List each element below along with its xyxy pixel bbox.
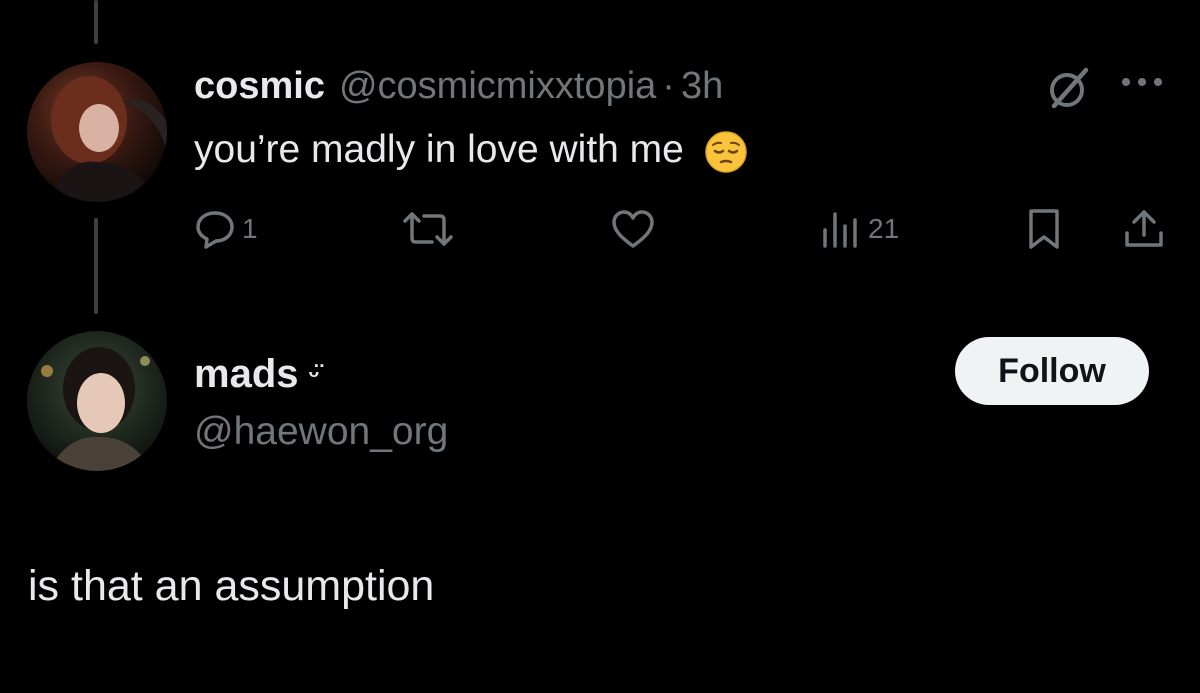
bookmark-action[interactable]: [1026, 203, 1062, 255]
heart-icon: [612, 210, 654, 248]
retweet-action[interactable]: [402, 203, 454, 255]
tweet-text: you’re madly in love with me: [194, 124, 750, 176]
more-options-icon[interactable]: [1118, 74, 1166, 95]
profile-name-suffix: ᵕ̈: [308, 358, 320, 389]
tweet-header: cosmic @cosmicmixxtopia · 3h: [194, 62, 723, 110]
pensive-face-emoji-icon: [702, 126, 750, 174]
like-action[interactable]: [610, 203, 656, 255]
profile-name-text: mads: [194, 351, 299, 396]
share-action[interactable]: [1122, 203, 1166, 255]
reply-count: 1: [242, 213, 258, 244]
avatar-cosmic[interactable]: [27, 62, 167, 202]
bookmark-icon: [1029, 209, 1059, 249]
views-count: 21: [868, 213, 900, 244]
reply-action[interactable]: 1: [194, 203, 258, 255]
thread-line-top: [94, 0, 98, 44]
separator-dot: ·: [662, 64, 675, 107]
retweet-icon: [403, 212, 453, 246]
avatar-mads[interactable]: [27, 331, 167, 471]
tweet-author-handle[interactable]: @cosmicmixxtopia: [339, 65, 656, 108]
follow-button[interactable]: Follow: [955, 337, 1149, 405]
profile-display-name[interactable]: mads ᵕ̈: [194, 350, 319, 398]
share-icon: [1125, 210, 1163, 247]
profile-handle[interactable]: @haewon_org: [194, 408, 448, 456]
tweet-body: you’re madly in love with me: [194, 128, 684, 171]
tweet-timestamp[interactable]: 3h: [681, 65, 723, 108]
reply-text: is that an assumption: [28, 561, 435, 610]
reply-icon: [196, 211, 234, 249]
analytics-icon: [823, 212, 857, 248]
grok-icon[interactable]: [1044, 64, 1092, 117]
thread-line-bottom: [94, 218, 98, 314]
views-action[interactable]: 21: [820, 203, 899, 255]
tweet-author-name[interactable]: cosmic: [194, 65, 325, 108]
